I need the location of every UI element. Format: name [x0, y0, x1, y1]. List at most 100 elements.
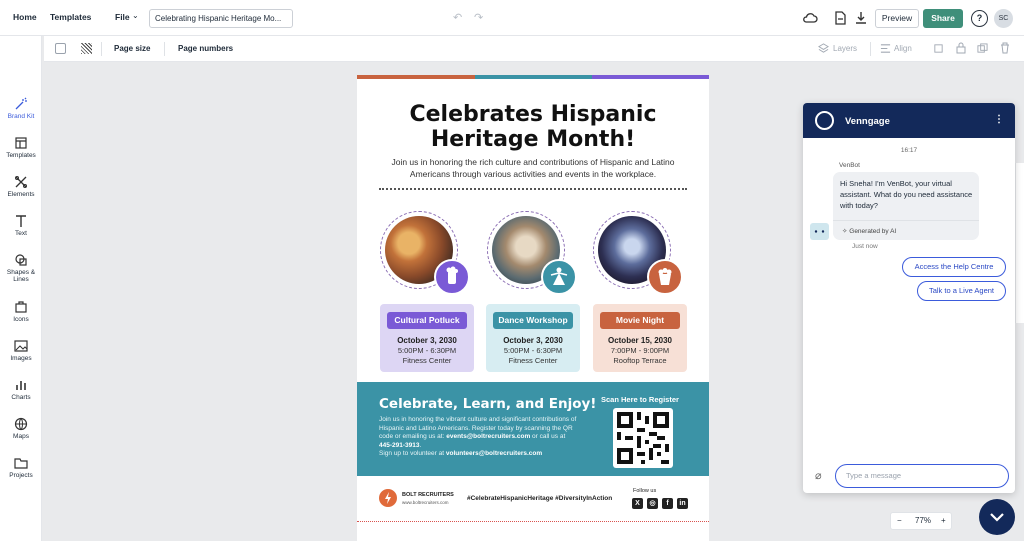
movie-badge	[647, 259, 683, 295]
globe-icon	[14, 417, 28, 431]
chat-timestamp: 16:17	[900, 147, 918, 154]
templates-icon	[15, 137, 27, 149]
sidebar-item-label: Images	[10, 355, 32, 362]
sidebar-item-charts[interactable]: Charts	[0, 378, 42, 401]
trash-icon[interactable]	[1000, 42, 1010, 54]
event-location: Rooftop Terrace	[613, 356, 667, 365]
sidebar-item-label: Elements	[7, 191, 35, 198]
event-card[interactable]: Dance Workshop October 3, 2030 5:00PM - …	[486, 304, 580, 372]
document-export-icon[interactable]	[832, 10, 848, 26]
venngage-logo-icon	[815, 111, 834, 130]
text-icon	[16, 215, 26, 227]
chat-message-text: Hi Sneha! I'm VenBot, your virtual assis…	[840, 179, 973, 210]
chat-sender-name: VenBot	[839, 162, 860, 169]
sidebar-item-brand-kit[interactable]: Brand Kit	[0, 97, 42, 120]
zoom-out-button[interactable]: −	[897, 516, 902, 525]
sidebar-item-icons[interactable]: Icons	[0, 300, 42, 323]
live-agent-chip[interactable]: Talk to a Live Agent	[917, 281, 1006, 301]
chat-message-input[interactable]: Type a message	[835, 464, 1009, 488]
linkedin-icon: in	[677, 498, 688, 509]
chevron-down-icon: ⌄	[132, 11, 139, 20]
avatar[interactable]: SC	[994, 9, 1013, 28]
file-menu[interactable]: File ⌄	[115, 11, 139, 22]
chat-title: Venngage	[845, 116, 890, 127]
facebook-icon: f	[662, 498, 673, 509]
dancer-icon	[550, 267, 568, 285]
sidebar-item-maps[interactable]: Maps	[0, 417, 42, 440]
layers-button[interactable]: Layers	[833, 44, 857, 53]
poster-subtitle[interactable]: Join us in honoring the rich culture and…	[377, 157, 689, 180]
poster-canvas[interactable]: Celebrates Hispanic Heritage Month! Join…	[357, 75, 709, 541]
align-button[interactable]: Align	[894, 44, 912, 53]
dotted-divider	[379, 188, 687, 190]
image-icon	[14, 340, 28, 352]
band-phone: 445-291-3913	[379, 441, 420, 449]
bolt-logo-icon	[379, 489, 397, 507]
shapes-icon	[15, 254, 27, 266]
page-numbers-button[interactable]: Page numbers	[178, 44, 233, 53]
chevron-down-icon	[990, 513, 1004, 522]
event-time: 7:00PM - 9:00PM	[610, 346, 670, 355]
share-button[interactable]: Share	[923, 9, 963, 28]
undo-icon[interactable]: ↶	[453, 11, 462, 24]
more-options-icon[interactable]: ⋮	[994, 114, 1004, 125]
event-location: Fitness Center	[508, 356, 558, 365]
templates-link[interactable]: Templates	[50, 12, 91, 22]
info-band[interactable]: Celebrate, Learn, and Enjoy! Join us in …	[357, 382, 709, 476]
help-icon[interactable]: ?	[971, 10, 988, 27]
bot-avatar-icon	[810, 223, 829, 240]
layers-icon	[818, 43, 829, 53]
help-centre-chip[interactable]: Access the Help Centre	[902, 257, 1006, 277]
event-card[interactable]: Movie Night October 15, 2030 7:00PM - 9:…	[593, 304, 687, 372]
toolbar-divider	[101, 42, 102, 56]
elements-icon	[15, 176, 27, 188]
secondary-toolbar: Page size Page numbers Layers Align	[44, 36, 1024, 62]
sidebar-item-label: Brand Kit	[7, 113, 35, 120]
event-tag: Cultural Potluck	[387, 312, 467, 329]
sidebar-item-label: Templates	[6, 152, 36, 159]
pattern-icon[interactable]	[81, 43, 92, 54]
page-size-button[interactable]: Page size	[114, 44, 150, 53]
sidebar-item-elements[interactable]: Elements	[0, 175, 42, 198]
preview-button[interactable]: Preview	[875, 9, 919, 28]
sidebar-item-label: Charts	[11, 394, 31, 401]
event-tag: Dance Workshop	[493, 312, 573, 329]
qr-code[interactable]	[613, 408, 673, 468]
chat-toggle-button[interactable]	[979, 499, 1015, 535]
color-stripe	[592, 75, 709, 79]
background-color-swatch[interactable]	[55, 43, 66, 54]
band-title: Celebrate, Learn, and Enjoy!	[379, 396, 597, 412]
download-icon[interactable]	[853, 10, 869, 26]
instagram-icon: ◎	[647, 498, 658, 509]
event-date: October 3, 2030	[503, 336, 563, 345]
attachment-icon[interactable]: ⌀	[815, 469, 822, 482]
sidebar-item-shapes[interactable]: Shapes & Lines	[0, 253, 42, 283]
magic-wand-icon	[15, 97, 27, 110]
redo-icon[interactable]: ↷	[474, 11, 483, 24]
left-sidebar: Brand Kit Templates Elements Text Shapes…	[0, 36, 42, 541]
sidebar-item-templates[interactable]: Templates	[0, 136, 42, 159]
file-menu-label: File	[115, 12, 130, 22]
home-link[interactable]: Home	[13, 12, 37, 22]
crop-icon[interactable]	[933, 43, 944, 54]
event-time: 5:00PM - 6:30PM	[503, 346, 563, 355]
document-title-input[interactable]: Celebrating Hispanic Heritage Mo...	[149, 9, 293, 28]
event-location: Fitness Center	[402, 356, 452, 365]
chat-header: Venngage ⋮	[803, 103, 1015, 138]
sidebar-item-text[interactable]: Text	[0, 214, 42, 237]
zoom-level[interactable]: 77%	[915, 516, 931, 525]
duplicate-icon[interactable]	[977, 43, 988, 54]
sidebar-item-projects[interactable]: Projects	[0, 456, 42, 479]
poster-title[interactable]: Celebrates Hispanic Heritage Month!	[357, 102, 709, 152]
lock-icon[interactable]	[956, 42, 966, 54]
sidebar-item-images[interactable]: Images	[0, 339, 42, 362]
chat-message-bubble: Hi Sneha! I'm VenBot, your virtual assis…	[833, 172, 979, 240]
sidebar-item-label: Shapes & Lines	[6, 269, 36, 283]
icons-icon	[15, 301, 27, 313]
poster-title-line: Heritage Month!	[430, 127, 636, 152]
bot-eyes	[814, 230, 825, 233]
event-card[interactable]: Cultural Potluck October 3, 2030 5:00PM …	[380, 304, 474, 372]
zoom-in-button[interactable]: +	[941, 516, 946, 525]
cloud-sync-icon[interactable]	[802, 10, 818, 26]
event-date: October 15, 2030	[607, 336, 673, 345]
